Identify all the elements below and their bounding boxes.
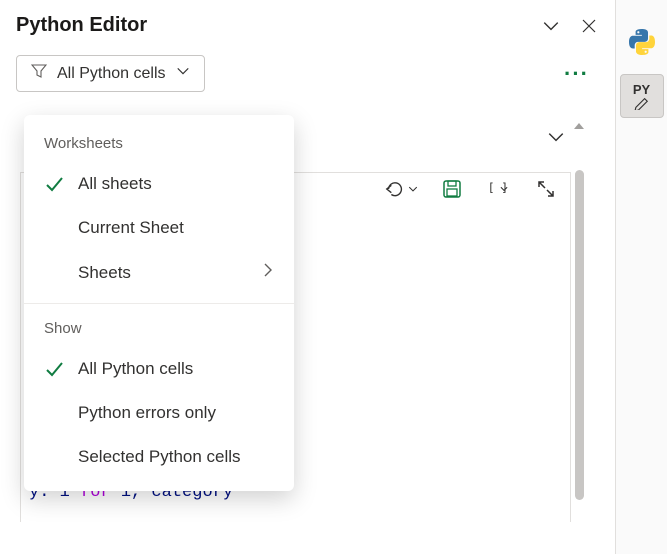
menu-item-all-python-cells[interactable]: All Python cells [24,347,294,391]
dropdown-section-header: Worksheets [24,127,294,162]
menu-item-label: Python errors only [78,403,274,423]
check-icon [44,359,64,379]
menu-item-label: Selected Python cells [78,447,274,467]
pencil-icon [633,96,651,110]
filter-icon [31,63,47,84]
output-type-button[interactable]: [ ] [486,179,512,199]
menu-item-label: Current Sheet [78,218,274,238]
panel-header: Python Editor [16,14,599,37]
menu-item-label: All Python cells [78,359,274,379]
python-editor-tab[interactable]: PY [620,74,664,118]
chevron-right-icon [262,262,274,283]
menu-item-current-sheet[interactable]: Current Sheet [24,206,294,250]
py-badge-label: PY [633,83,650,96]
svg-text:[ ]: [ ] [488,182,508,195]
right-sidebar: PY [615,0,667,554]
close-icon[interactable] [579,16,599,36]
menu-item-selected-python-cells[interactable]: Selected Python cells [24,435,294,479]
filter-label: All Python cells [57,65,166,83]
check-icon [44,174,64,194]
menu-item-sheets[interactable]: Sheets [24,250,294,295]
more-options-button[interactable]: ··· [564,61,589,87]
chevron-down-icon [176,64,190,83]
panel-title: Python Editor [16,14,147,37]
menu-item-label: Sheets [78,263,248,283]
undo-button[interactable] [384,179,418,199]
python-logo-icon[interactable] [620,20,664,64]
filter-dropdown-button[interactable]: All Python cells [16,55,205,92]
menu-item-all-sheets[interactable]: All sheets [24,162,294,206]
chevron-down-icon[interactable] [541,16,561,36]
menu-divider [24,303,294,304]
dropdown-section-header: Show [24,312,294,347]
menu-item-python-errors-only[interactable]: Python errors only [24,391,294,435]
menu-item-label: All sheets [78,174,274,194]
save-button[interactable] [442,179,462,199]
filter-dropdown-menu: Worksheets All sheets Current Sheet Shee… [24,115,294,491]
expand-button[interactable] [536,179,556,199]
